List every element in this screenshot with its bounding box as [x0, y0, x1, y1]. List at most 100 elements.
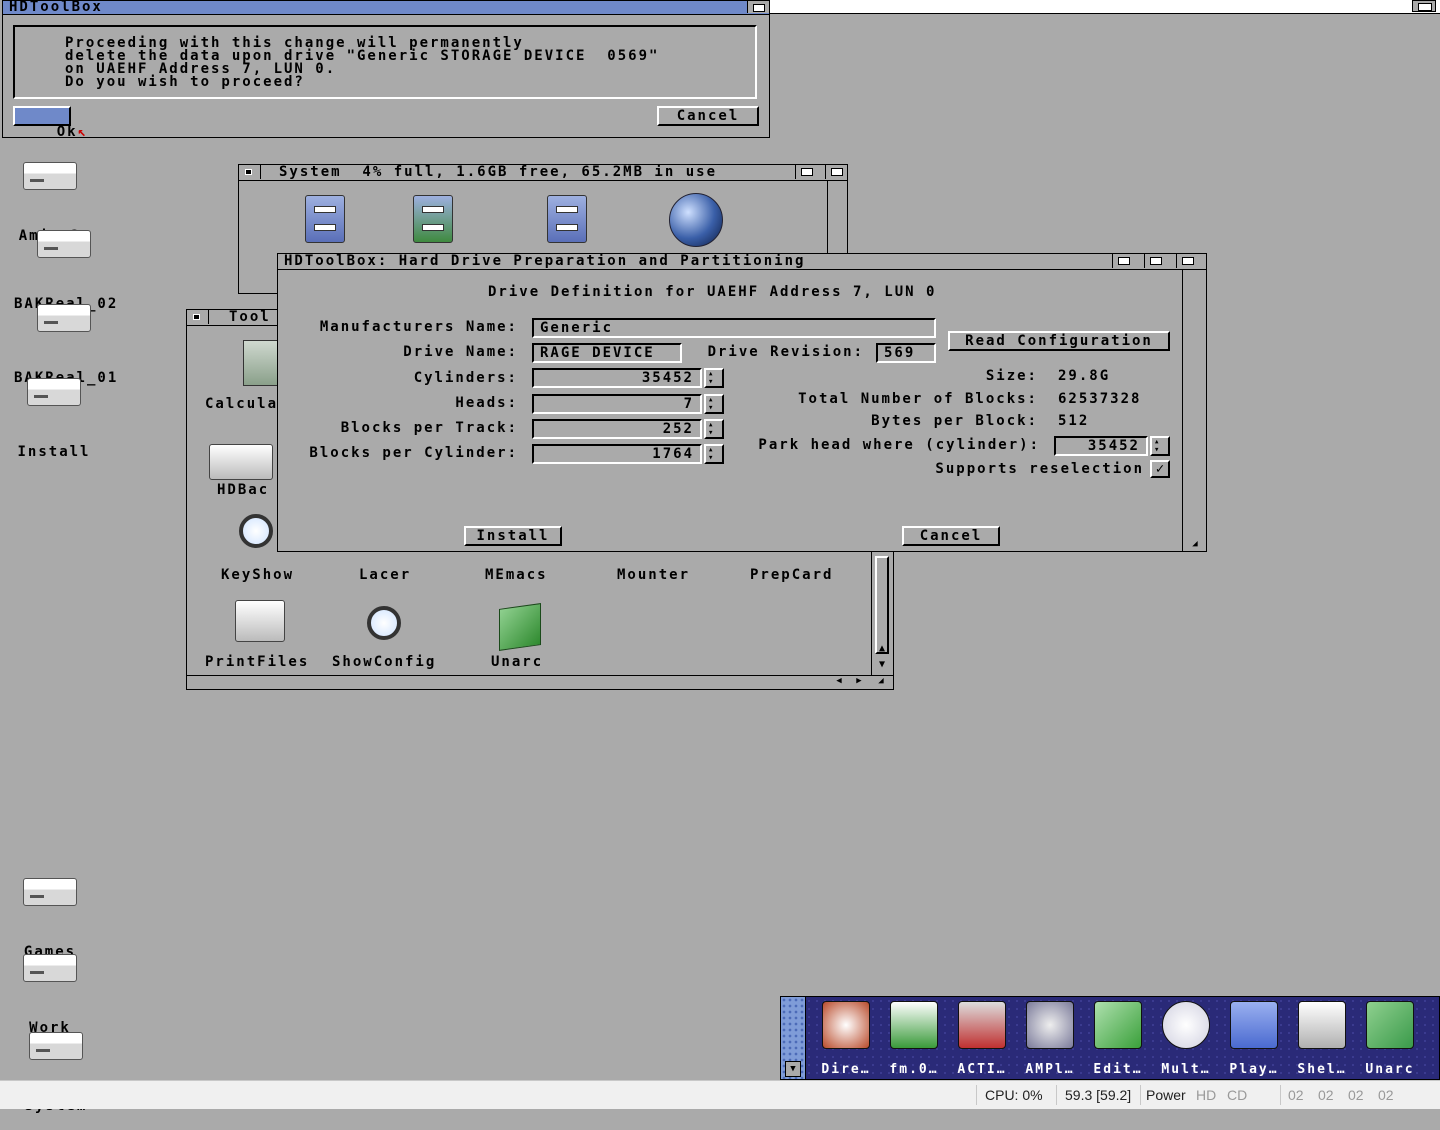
power-led: Power — [1146, 1087, 1186, 1103]
tools-icon-label: HDBac — [217, 482, 270, 498]
desktop-icon-install[interactable]: Install — [4, 346, 104, 476]
tools-icon-label: Mounter — [617, 567, 691, 583]
tools-icon-label: KeyShow — [221, 567, 295, 583]
park-head-stepper-icon[interactable] — [1150, 436, 1170, 456]
park-head-field[interactable]: 35452 — [1054, 436, 1148, 456]
keyshow-icon[interactable] — [239, 514, 273, 548]
reselection-checkbox[interactable]: ✓ — [1150, 460, 1170, 478]
drive-icon — [37, 230, 91, 258]
hdtoolbox-side-border: ◢ — [1182, 270, 1206, 551]
status-separator — [976, 1085, 977, 1105]
dock-item-label: ACTI… — [957, 1062, 1007, 1077]
hdtoolbox-window[interactable]: HDToolBox: Hard Drive Preparation and Pa… — [277, 253, 1207, 552]
hdbackup-icon[interactable] — [209, 444, 273, 480]
magnifier-icon — [1162, 1001, 1210, 1049]
drive-revision-label: Drive Revision: — [707, 344, 864, 360]
scroll-knob[interactable] — [875, 556, 889, 654]
dock-item-fm[interactable]: fm.0… — [881, 1001, 947, 1079]
read-configuration-button[interactable]: Read Configuration — [948, 331, 1170, 351]
floppy-drive-2[interactable]: 02 — [1348, 1087, 1364, 1103]
prefs-drawer-icon[interactable] — [305, 195, 345, 243]
dock-bar: ▼ Dire… fm.0… ACTI… AMPl… Edit… Mult… Pl… — [780, 996, 1440, 1080]
hdtoolbox-titlebar[interactable]: HDToolBox: Hard Drive Preparation and Pa… — [278, 254, 1206, 270]
drive-icon — [23, 162, 77, 190]
showconfig-icon[interactable] — [367, 606, 401, 640]
total-blocks-value: 62537328 — [1058, 391, 1142, 407]
close-gadget-icon[interactable] — [239, 165, 261, 179]
unarc-icon[interactable] — [499, 603, 541, 651]
blocks-per-track-field[interactable]: 252 — [532, 419, 702, 439]
dock-item-unarc[interactable]: Unarc — [1357, 1001, 1423, 1079]
notepad-icon — [1094, 1001, 1142, 1049]
floppy-drive-3[interactable]: 02 — [1378, 1087, 1394, 1103]
depth-gadget-icon[interactable] — [747, 1, 769, 13]
iconify-gadget-icon[interactable] — [1112, 254, 1134, 268]
floppy-drive-0[interactable]: 02 — [1288, 1087, 1304, 1103]
confirm-dialog[interactable]: HDToolBox Proceeding with this change wi… — [2, 0, 770, 140]
pointer-icon: ↖ — [77, 124, 89, 140]
size-label: Size: — [985, 368, 1038, 384]
scroll-left-arrow-icon[interactable]: ◀ — [829, 676, 849, 686]
status-separator — [1056, 1085, 1057, 1105]
drive-icon — [23, 954, 77, 982]
dock-handle[interactable]: ▼ — [781, 997, 806, 1079]
resize-gadget-icon[interactable]: ◢ — [871, 676, 891, 686]
depth-gadget-icon[interactable] — [1176, 254, 1198, 268]
screen-depth-gadget[interactable] — [1412, 0, 1436, 12]
drive-icon — [27, 378, 81, 406]
cylinders-stepper-icon[interactable] — [704, 368, 724, 388]
tools-icon-label: PrintFiles — [205, 654, 310, 670]
system-drawer-icon[interactable] — [547, 195, 587, 243]
desktop-icon-system[interactable]: System — [6, 1000, 106, 1130]
tools-window-hscrollbar[interactable]: ◀ ▶ ◢ — [187, 675, 893, 689]
globe-icon[interactable] — [669, 193, 723, 247]
install-button[interactable]: Install — [464, 526, 562, 546]
zoom-gadget-icon[interactable] — [1144, 254, 1166, 268]
dock-item-activity[interactable]: ACTI… — [949, 1001, 1015, 1079]
dock-item-shell[interactable]: Shel… — [1289, 1001, 1355, 1079]
blocks-per-cylinder-field[interactable]: 1764 — [532, 444, 702, 464]
cd-led: CD — [1227, 1087, 1248, 1103]
zoom-gadget-icon[interactable] — [795, 165, 817, 179]
scroll-up-arrow-icon[interactable]: ▲ — [874, 643, 890, 655]
dock-item-label: Shel… — [1297, 1062, 1347, 1077]
calculator-icon[interactable] — [243, 340, 281, 386]
speaker-icon — [1026, 1001, 1074, 1049]
scroll-down-arrow-icon[interactable]: ▼ — [874, 659, 890, 671]
dock-collapse-arrow-icon[interactable]: ▼ — [785, 1061, 801, 1077]
drive-revision-field[interactable]: 569 — [876, 343, 936, 363]
park-head-label: Park head where (cylinder): — [758, 437, 1040, 453]
dock-item-amplifier[interactable]: AMPl… — [1017, 1001, 1083, 1079]
tools-window-title: Tool — [229, 310, 271, 325]
resize-gadget-icon[interactable]: ◢ — [1187, 539, 1203, 549]
cancel-button[interactable]: Cancel — [657, 106, 759, 126]
printfiles-icon[interactable] — [235, 600, 285, 642]
dock-item-play[interactable]: Play… — [1221, 1001, 1287, 1079]
cylinders-field[interactable]: 35452 — [532, 368, 702, 388]
close-gadget-icon[interactable] — [187, 310, 209, 324]
ok-button[interactable]: Ok↖ — [13, 106, 86, 140]
dock-item-directory-opus[interactable]: Dire… — [813, 1001, 879, 1079]
blocks-per-track-stepper-icon[interactable] — [704, 419, 724, 439]
tools-drawer-icon[interactable] — [413, 195, 453, 243]
depth-gadget-icon[interactable] — [825, 165, 847, 179]
reselection-label: Supports reselection — [935, 461, 1144, 477]
dock-item-multiview[interactable]: Mult… — [1153, 1001, 1219, 1079]
confirm-message-box: Proceeding with this change will permane… — [13, 25, 757, 99]
floppy-drive-1[interactable]: 02 — [1318, 1087, 1334, 1103]
checkmark-icon: ✓ — [1155, 461, 1165, 477]
manufacturer-field[interactable]: Generic — [532, 318, 936, 338]
confirm-dialog-titlebar[interactable]: HDToolBox — [3, 1, 769, 15]
screen-title-bar — [770, 0, 1440, 14]
heads-stepper-icon[interactable] — [704, 394, 724, 414]
heads-field[interactable]: 7 — [532, 394, 702, 414]
dock-app-icon — [822, 1001, 870, 1049]
drive-name-field[interactable]: RAGE DEVICE — [532, 343, 682, 363]
tools-icon-label: MEmacs — [485, 567, 548, 583]
fps-status: 59.3 [59.2] — [1065, 1087, 1132, 1103]
system-window-titlebar[interactable]: System 4% full, 1.6GB free, 65.2MB in us… — [239, 165, 847, 181]
cancel-button[interactable]: Cancel — [902, 526, 1000, 546]
scroll-right-arrow-icon[interactable]: ▶ — [849, 676, 869, 686]
dock-item-editor[interactable]: Edit… — [1085, 1001, 1151, 1079]
dock-item-label: Unarc — [1365, 1062, 1415, 1077]
